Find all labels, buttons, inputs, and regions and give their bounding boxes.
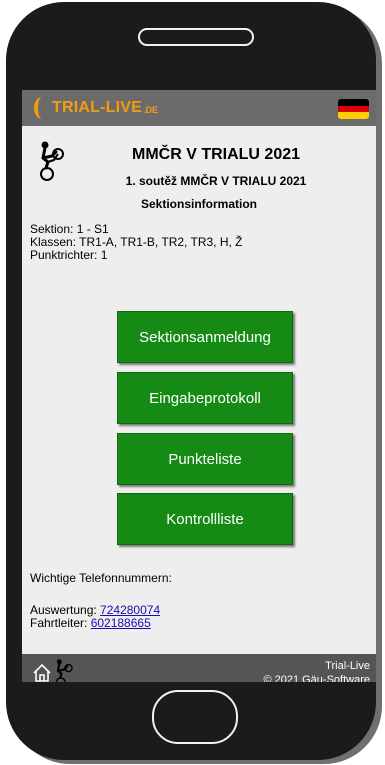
control-list-button[interactable]: Kontrollliste <box>117 493 293 545</box>
phone-frame: TRIAL-LIVE .DE MMČR V TRIALU 2021 1. sou… <box>6 2 376 760</box>
event-title: MMČR V TRIALU 2021 <box>131 146 301 163</box>
trial-live-logo[interactable]: TRIAL-LIVE .DE <box>34 95 158 121</box>
footer-copyright: © 2021 Gäu-Software <box>263 674 370 682</box>
director-contact: Fahrtleiter: 602188665 <box>30 616 151 630</box>
page-title: Sektionsinformation <box>140 197 257 211</box>
director-label: Fahrtleiter: <box>30 616 91 630</box>
input-protocol-button[interactable]: Eingabeprotokoll <box>117 372 293 424</box>
evaluation-label: Auswertung: <box>30 603 101 617</box>
logo-arc-icon <box>34 97 50 119</box>
footer-brand: Trial-Live <box>325 660 370 672</box>
home-icon[interactable] <box>32 663 52 682</box>
device-home-button[interactable] <box>152 690 238 744</box>
app-screen: TRIAL-LIVE .DE MMČR V TRIALU 2021 1. sou… <box>22 90 376 682</box>
logo-tld: .DE <box>143 105 159 115</box>
top-bar: TRIAL-LIVE .DE <box>22 90 376 126</box>
footer-bar: Trial-Live © 2021 Gäu-Software <box>22 654 376 682</box>
footer-credits: Trial-Live © 2021 Gäu-Software <box>263 659 370 682</box>
logo-text: TRIAL-LIVE <box>52 99 142 116</box>
speaker-grille <box>138 28 254 46</box>
judges-line: Punktrichter: 1 <box>30 248 108 262</box>
section-register-button[interactable]: Sektionsanmeldung <box>117 311 293 363</box>
evaluation-contact: Auswertung: 724280074 <box>30 603 160 617</box>
points-list-button[interactable]: Punkteliste <box>117 433 293 485</box>
footer-biker-icon <box>55 659 73 682</box>
director-phone-link[interactable]: 602188665 <box>91 616 151 630</box>
evaluation-phone-link[interactable]: 724280074 <box>100 603 160 617</box>
section-info: Sektion: 1 - S1 Klassen: TR1-A, TR1-B, T… <box>30 223 243 262</box>
event-subtitle: 1. soutěž MMČR V TRIALU 2021 <box>125 174 307 188</box>
phone-numbers-heading: Wichtige Telefonnummern: <box>30 571 172 585</box>
german-flag-icon[interactable] <box>338 99 369 119</box>
